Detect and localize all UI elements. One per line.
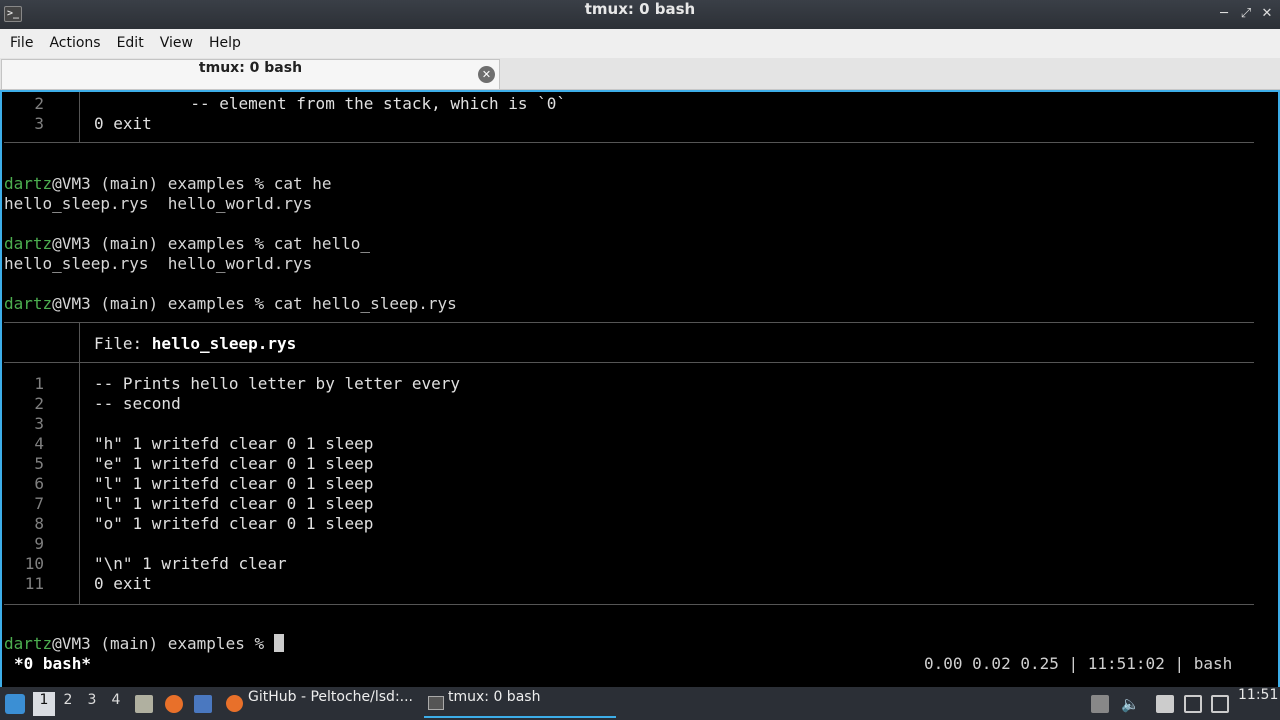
taskbar: 1 2 3 4 GitHub - Peltoche/lsd:... tmux: … <box>0 687 1280 720</box>
window-title: tmux: 0 bash <box>584 0 696 18</box>
menu-help[interactable]: Help <box>201 29 249 58</box>
code-line: "l" 1 writefd clear 0 1 sleep <box>94 494 374 513</box>
line-number: 3 <box>34 114 44 133</box>
tab-tmux[interactable]: tmux: 0 bash ✕ <box>1 59 500 89</box>
line-number: 7 <box>34 494 44 513</box>
tmux-status-right: 0.00 0.02 0.25 | 11:51:02 | bash <box>924 654 1233 673</box>
menu-file[interactable]: File <box>2 29 41 58</box>
prompt-line-current: dartz@VM3 (main) examples % <box>4 634 284 654</box>
file-header-label: File: <box>94 334 152 353</box>
display-icon[interactable] <box>1211 695 1229 713</box>
code-line: "h" 1 writefd clear 0 1 sleep <box>94 434 374 453</box>
gutter-divider <box>79 92 80 142</box>
desktop-icon[interactable] <box>194 695 212 713</box>
prompt-user: dartz <box>4 294 53 313</box>
code-line: -- second <box>94 394 181 413</box>
task-label: tmux: 0 bash <box>448 689 541 705</box>
prompt-line: dartz@VM3 (main) examples % cat hello_ <box>4 234 370 254</box>
workspace-1[interactable]: 1 <box>33 692 55 716</box>
command-text: cat he <box>273 174 332 193</box>
prompt-host: @VM3 (main) examples % <box>52 234 274 253</box>
code-line: 0 exit <box>94 574 152 593</box>
clock[interactable]: 11:51 <box>1238 687 1278 720</box>
prompt-line: dartz@VM3 (main) examples % cat he <box>4 174 332 194</box>
divider <box>4 322 1254 323</box>
line-number: 8 <box>34 514 44 533</box>
prompt-user: dartz <box>4 174 53 193</box>
menu-actions[interactable]: Actions <box>41 29 108 58</box>
code-line: -- element from the stack, which is `0` <box>94 94 567 113</box>
code-line: 0 exit <box>94 114 152 133</box>
divider <box>4 604 1254 605</box>
firefox-icon[interactable] <box>165 695 183 713</box>
cursor <box>273 634 284 652</box>
task-terminal[interactable]: tmux: 0 bash <box>424 689 616 718</box>
prompt-line: dartz@VM3 (main) examples % cat hello_sl… <box>4 294 457 314</box>
line-number: 3 <box>34 414 44 433</box>
command-text: cat hello_ <box>273 234 371 253</box>
window-titlebar: >_ tmux: 0 bash ─ ⤢ ✕ <box>0 0 1280 29</box>
code-line: -- Prints hello letter by letter every <box>94 374 461 393</box>
tab-label: tmux: 0 bash <box>198 60 303 76</box>
tab-close-icon[interactable]: ✕ <box>478 66 495 83</box>
workspace-2[interactable]: 2 <box>57 692 79 716</box>
minimize-icon[interactable]: ─ <box>1214 5 1234 23</box>
terminal-icon <box>428 696 444 710</box>
gutter-divider <box>79 322 80 604</box>
volume-icon[interactable]: 🔈 <box>1121 695 1140 713</box>
workspace-4[interactable]: 4 <box>105 692 127 716</box>
divider <box>4 142 1254 143</box>
line-number: 2 <box>34 94 44 113</box>
line-number: 10 <box>24 554 44 573</box>
task-label: GitHub - Peltoche/lsd:... <box>248 689 414 705</box>
line-number: 5 <box>34 454 44 473</box>
tmux-window-status: *0 bash* <box>14 654 92 673</box>
file-manager-icon[interactable] <box>135 695 153 713</box>
firefox-icon <box>226 695 243 712</box>
line-number: 4 <box>34 434 44 453</box>
terminal-area[interactable]: 2 -- element from the stack, which is `0… <box>0 90 1280 687</box>
code-line: "l" 1 writefd clear 0 1 sleep <box>94 474 374 493</box>
maximize-icon[interactable]: ⤢ <box>1236 5 1256 23</box>
network-icon[interactable] <box>1184 695 1202 713</box>
prompt-host: @VM3 (main) examples % <box>52 634 274 653</box>
prompt-user: dartz <box>4 634 53 653</box>
line-number: 2 <box>34 394 44 413</box>
prompt-host: @VM3 (main) examples % <box>52 294 274 313</box>
prompt-user: dartz <box>4 234 53 253</box>
line-number: 9 <box>34 534 44 553</box>
tab-bar: tmux: 0 bash ✕ <box>0 58 1280 90</box>
workspace-3[interactable]: 3 <box>81 692 103 716</box>
file-header: File: hello_sleep.rys <box>94 334 296 354</box>
clipboard-icon[interactable] <box>1156 695 1174 713</box>
menu-view[interactable]: View <box>152 29 201 58</box>
code-line: "\n" 1 writefd clear <box>94 554 287 573</box>
code-line: "o" 1 writefd clear 0 1 sleep <box>94 514 374 533</box>
close-icon[interactable]: ✕ <box>1257 5 1277 23</box>
divider <box>4 362 1254 363</box>
prompt-host: @VM3 (main) examples % <box>52 174 274 193</box>
start-menu-icon[interactable] <box>5 694 25 714</box>
file-name: hello_sleep.rys <box>151 334 297 353</box>
task-firefox[interactable]: GitHub - Peltoche/lsd:... <box>224 689 414 718</box>
code-line: "e" 1 writefd clear 0 1 sleep <box>94 454 374 473</box>
command-text: cat hello_sleep.rys <box>273 294 457 313</box>
menu-edit[interactable]: Edit <box>109 29 152 58</box>
line-number: 1 <box>34 374 44 393</box>
line-number: 11 <box>24 574 44 593</box>
line-number: 6 <box>34 474 44 493</box>
command-output: hello_sleep.rys hello_world.rys <box>4 254 313 273</box>
command-output: hello_sleep.rys hello_world.rys <box>4 194 313 213</box>
menu-bar: File Actions Edit View Help <box>0 29 1280 58</box>
tray-arrow-icon[interactable] <box>1091 695 1109 713</box>
